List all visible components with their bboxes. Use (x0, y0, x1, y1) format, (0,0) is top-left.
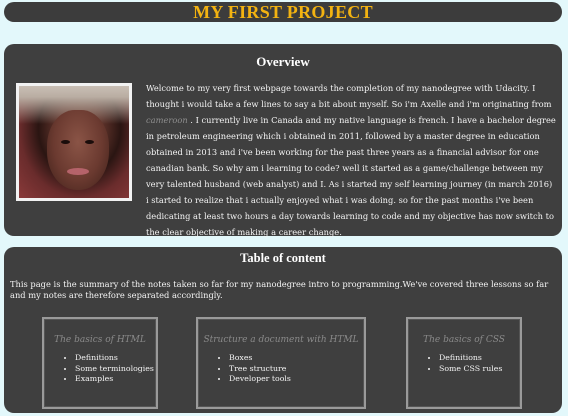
list-item: Boxes (229, 353, 364, 364)
page-title: MY FIRST PROJECT (4, 2, 562, 22)
lesson-topic-list: Definitions Some CSS rules (408, 353, 520, 374)
list-item: Definitions (439, 353, 520, 364)
lesson-topic-list: Definitions Some terminologies Examples (44, 353, 156, 385)
list-item: Some terminologies (75, 364, 156, 375)
profile-photo (16, 83, 132, 201)
cameroon-link[interactable]: cameroon (146, 115, 188, 125)
lesson-card-css-basics[interactable]: The basics of CSS Definitions Some CSS r… (406, 317, 522, 409)
overview-section: Overview Welcome to my very first webpag… (4, 44, 562, 237)
list-item: Some CSS rules (439, 364, 520, 375)
lesson-topic-list: Boxes Tree structure Developer tools (198, 353, 364, 385)
bio-text-start: Welcome to my very first webpage towards… (146, 83, 552, 109)
bio-text-end: . I currently live in Canada and my nati… (146, 115, 556, 237)
lesson-card-html-basics[interactable]: The basics of HTML Definitions Some term… (42, 317, 158, 409)
list-item: Tree structure (229, 364, 364, 375)
lesson-card-structure-html[interactable]: Structure a document with HTML Boxes Tre… (196, 317, 366, 409)
list-item: Developer tools (229, 374, 364, 385)
bio-text: Welcome to my very first webpage towards… (146, 80, 556, 240)
list-item: Definitions (75, 353, 156, 364)
list-item: Examples (75, 374, 156, 385)
toc-heading: Table of content (240, 251, 326, 265)
toc-intro-text: This page is the summary of the notes ta… (10, 279, 549, 300)
lesson-card-title[interactable]: The basics of HTML (44, 335, 156, 345)
table-of-content-section: Table of content This page is the summar… (4, 247, 562, 413)
lesson-card-title[interactable]: The basics of CSS (408, 335, 520, 345)
overview-heading: Overview (256, 54, 310, 69)
lesson-card-title[interactable]: Structure a document with HTML (198, 335, 364, 345)
